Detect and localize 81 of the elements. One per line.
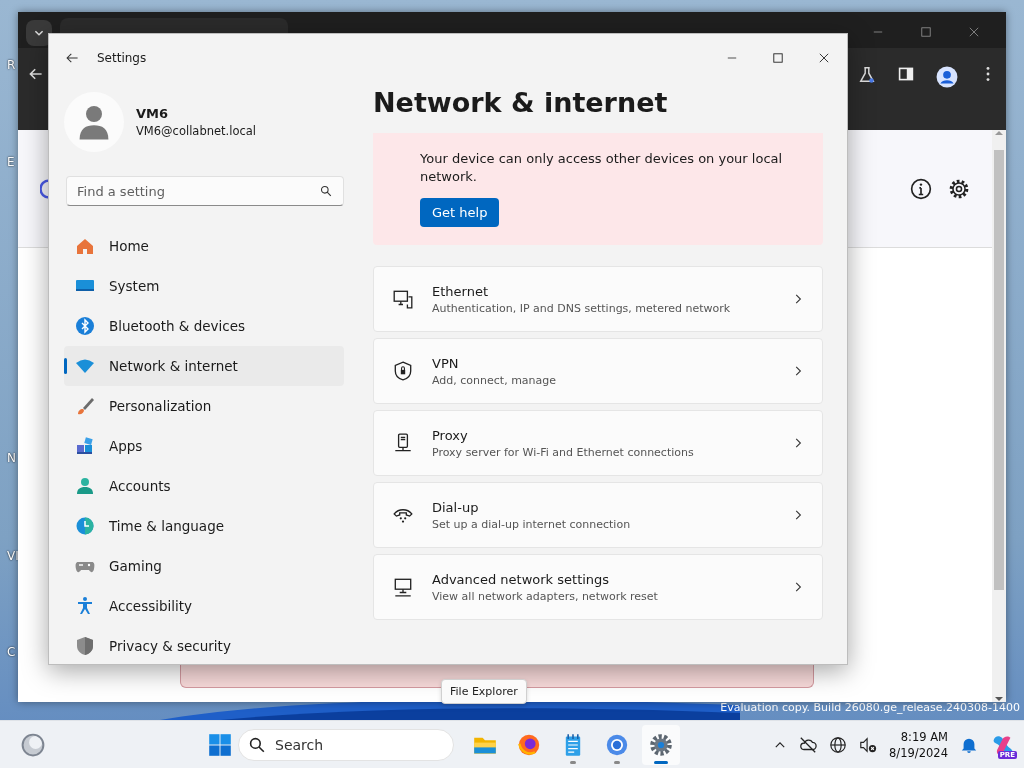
- card-subtitle: View all network adapters, network reset: [432, 589, 659, 603]
- user-email: VM6@collabnet.local: [136, 124, 257, 138]
- server-icon: [392, 432, 414, 454]
- close-icon[interactable]: [818, 51, 830, 64]
- card-title: Dial-up: [432, 499, 480, 515]
- clock[interactable]: 8:19 AM 8/19/2024: [889, 728, 948, 761]
- nav-item[interactable]: Bluetooth & devices: [64, 306, 344, 346]
- banner-message: Your device can only access other devices on your local network.: [420, 150, 784, 186]
- nav-item[interactable]: Accessibility: [64, 586, 344, 626]
- gear-icon: [649, 732, 673, 757]
- computer-icon: [392, 576, 414, 598]
- settings-card[interactable]: VPN Add, connect, manage: [373, 338, 823, 404]
- search-icon: [249, 736, 265, 753]
- accessibility-icon: [75, 596, 95, 616]
- flask-icon[interactable]: [858, 66, 876, 84]
- shield-icon: [392, 360, 414, 382]
- info-icon[interactable]: [910, 177, 932, 200]
- arc-logo-icon: [40, 178, 49, 199]
- person-icon: [78, 104, 110, 140]
- back-icon[interactable]: [28, 66, 44, 82]
- globe-icon: [75, 516, 95, 536]
- network-computer-icon: [392, 288, 414, 310]
- settings-icon[interactable]: [948, 177, 970, 200]
- desktop-icon-label: VI: [7, 549, 19, 563]
- nav-item[interactable]: Gaming: [64, 546, 344, 586]
- nav-item[interactable]: Personalization: [64, 386, 344, 426]
- card-title: VPN: [432, 355, 460, 371]
- network-offline-icon[interactable]: [799, 735, 818, 754]
- round-browser-icon: [605, 732, 629, 757]
- user-name: VM6: [136, 106, 170, 121]
- scroll-down-icon[interactable]: [995, 696, 1003, 702]
- taskbar-search-field[interactable]: Search: [238, 728, 454, 761]
- nav-item[interactable]: Apps: [64, 426, 344, 466]
- nav-item[interactable]: System: [64, 266, 344, 306]
- page-title: Network & internet: [373, 87, 669, 120]
- tooltip: File Explorer: [441, 679, 527, 704]
- nav-item[interactable]: Time & language: [64, 506, 344, 546]
- profile-icon[interactable]: [936, 66, 958, 88]
- window-title: Settings: [97, 50, 147, 65]
- watermark-text: Evaluation copy. Build 26080.ge_release.240308-1400: [720, 701, 1020, 714]
- search-icon: [320, 185, 332, 197]
- card-subtitle: Proxy server for Wi-Fi and Ethernet connections: [432, 445, 695, 459]
- person-icon: [75, 476, 95, 496]
- speaker-muted-icon[interactable]: [859, 735, 878, 754]
- card-title: Ethernet: [432, 283, 489, 299]
- settings-card[interactable]: Advanced network settings View all network adapters, network reset: [373, 554, 823, 620]
- scrollbar[interactable]: [992, 130, 1006, 702]
- sidebar-icon[interactable]: [898, 66, 914, 82]
- fox-browser-icon: [517, 732, 541, 757]
- card-title: Advanced network settings: [432, 571, 611, 587]
- nav-item[interactable]: Privacy & security: [64, 626, 344, 664]
- maximize-icon[interactable]: [920, 26, 932, 38]
- settings-card[interactable]: Ethernet Authentication, IP and DNS settings, metered network: [373, 266, 823, 332]
- maximize-icon[interactable]: [772, 51, 784, 64]
- tab-list-button[interactable]: [26, 20, 52, 46]
- start-icon[interactable]: [208, 732, 232, 757]
- card-title: Proxy: [432, 427, 469, 443]
- bluetooth-icon: [75, 316, 95, 336]
- find-setting-field[interactable]: Find a setting: [66, 176, 344, 206]
- nav-item[interactable]: Home: [64, 226, 344, 266]
- settings-card[interactable]: Dial-up Set up a dial-up internet connection: [373, 482, 823, 548]
- globe-icon[interactable]: [829, 735, 848, 754]
- desktop-icon-label: R: [7, 58, 16, 72]
- settings-card[interactable]: Proxy Proxy server for Wi-Fi and Ethernet connections: [373, 410, 823, 476]
- get-help-button[interactable]: Get help: [420, 198, 500, 227]
- desktop-icon-label: N: [7, 451, 16, 465]
- time-text: 8:19 AM: [900, 728, 948, 745]
- home-icon: [75, 236, 95, 256]
- desktop-icon-label: E: [7, 155, 15, 169]
- card-subtitle: Authentication, IP and DNS settings, metered network: [432, 301, 732, 315]
- shield-icon: [75, 636, 95, 656]
- widgets-icon[interactable]: [20, 731, 46, 758]
- nav-item[interactable]: Accounts: [64, 466, 344, 506]
- brush-icon: [75, 396, 95, 416]
- apps-icon: [75, 436, 95, 456]
- date-text: 8/19/2024: [889, 744, 948, 761]
- card-subtitle: Add, connect, manage: [432, 373, 558, 387]
- taskbar-app[interactable]: [642, 724, 680, 765]
- card-subtitle: Set up a dial-up internet connection: [432, 517, 632, 531]
- desktop-icon-label: C: [7, 645, 16, 659]
- nav-item[interactable]: Network & internet: [64, 346, 344, 386]
